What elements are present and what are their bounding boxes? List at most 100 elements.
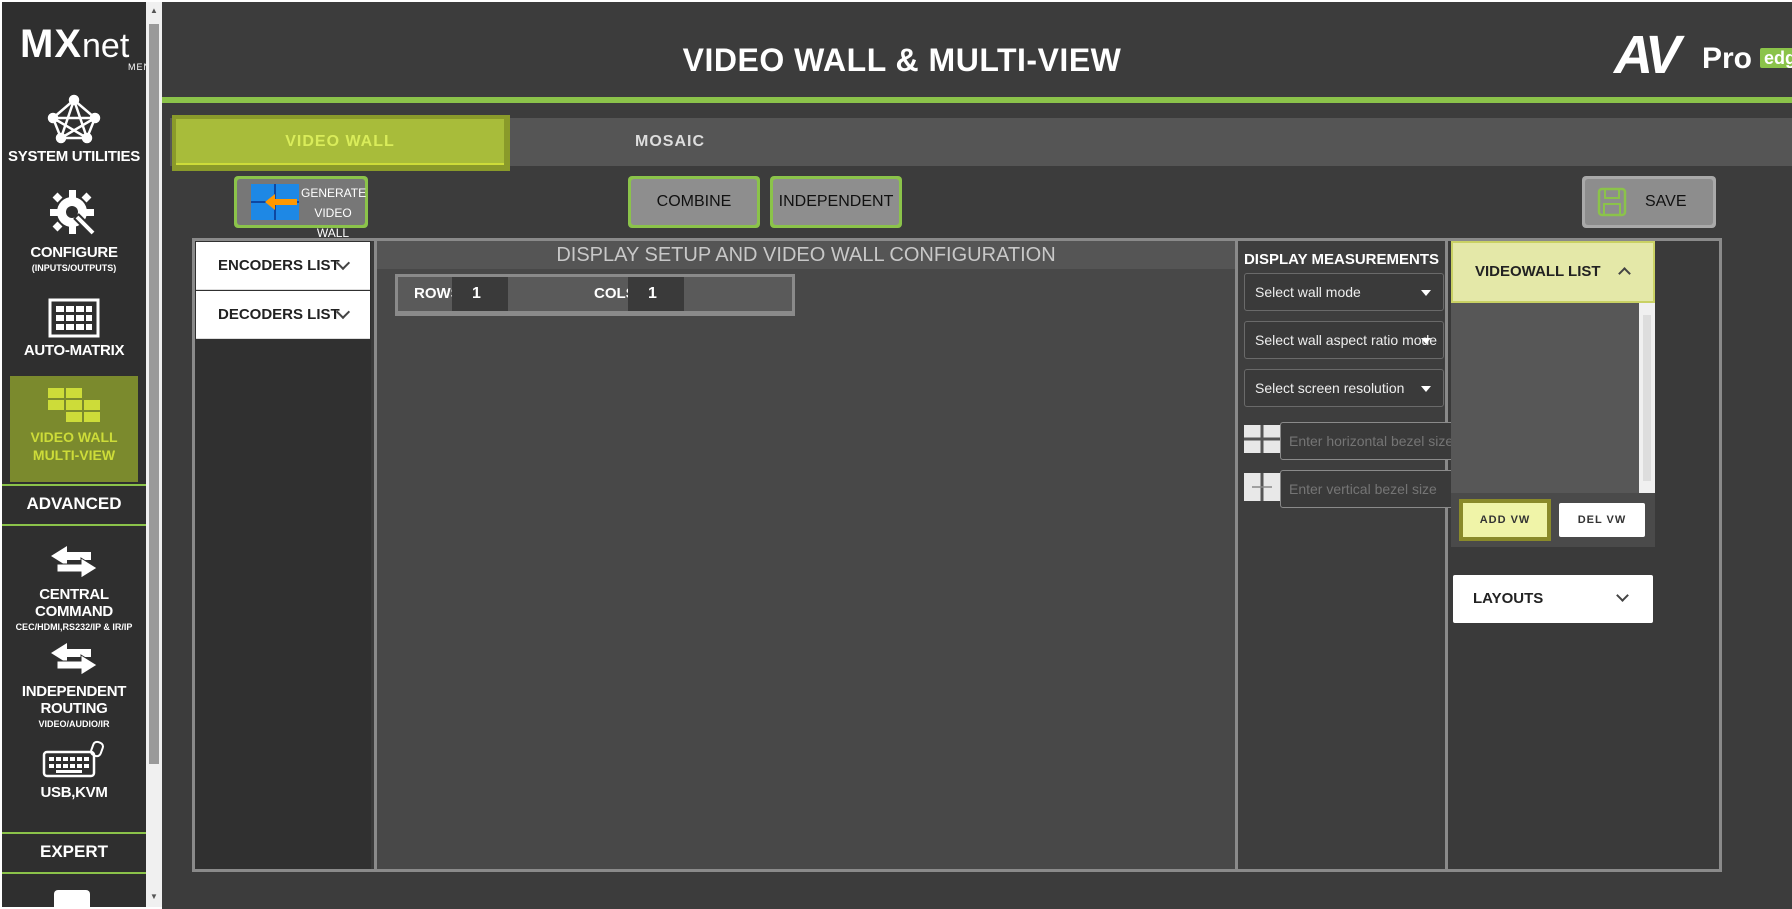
accordion-label: DECODERS LIST (218, 306, 340, 323)
sidebar-item-label: VIDEO WALL (30, 429, 118, 445)
sidebar-item-sub: (INPUTS/OUTPUTS) (31, 263, 117, 273)
matrix-grid-icon (48, 298, 100, 338)
sidebar-item-system-utilities[interactable]: SYSTEM UTILITIES (2, 94, 146, 165)
videowall-list-scrollbar[interactable] (1639, 303, 1655, 493)
sidebar-item-configure[interactable]: CONFIGURE (INPUTS/OUTPUTS) (2, 188, 146, 273)
header-divider (162, 97, 1792, 103)
sidebar-nav: MXnet MENTOR SYSTEM UTILITIES (2, 2, 146, 907)
section-advanced[interactable]: ADVANCED (2, 494, 146, 514)
sidebar-item-label-2: MULTI-VIEW (32, 447, 116, 463)
videowall-list-accordion[interactable]: VIDEOWALL LIST (1451, 241, 1655, 303)
sidebar-item-label: AUTO-MATRIX (23, 342, 125, 359)
main-content: VIDEO WALL & MULTI-VIEW AV Pro edge VIDE… (162, 2, 1792, 909)
select-value: Select wall mode (1255, 284, 1361, 300)
network-globe-icon (47, 94, 101, 144)
horizontal-bezel-input[interactable] (1280, 422, 1470, 460)
display-measurements-panel: DISPLAY MEASUREMENTS Select wall mode Se… (1238, 241, 1470, 869)
divider (2, 524, 146, 526)
generate-label: GENERATE VIDEO WALL (301, 183, 367, 243)
tab-video-wall-inner: VIDEO WALL (176, 119, 504, 165)
accordion-label: VIDEOWALL LIST (1475, 263, 1601, 280)
sidebar-item-independent-routing[interactable]: INDEPENDENT ROUTING VIDEO/AUDIO/IR (2, 639, 146, 729)
page-title: VIDEO WALL & MULTI-VIEW (682, 42, 1122, 78)
encoders-list-accordion[interactable]: ENCODERS LIST (196, 242, 370, 290)
combine-label: COMBINE (631, 179, 757, 225)
cols-input[interactable]: 1 (628, 277, 684, 311)
sidebar-item-auto-matrix[interactable]: AUTO-MATRIX (2, 298, 146, 359)
logo-net: net (82, 27, 130, 65)
sidebar-item-sub: VIDEO/AUDIO/IR (38, 719, 110, 729)
combine-button[interactable]: COMBINE (628, 176, 760, 228)
keyboard-mouse-icon (42, 740, 104, 778)
chevron-up-icon (1618, 267, 1631, 280)
tab-mosaic[interactable]: MOSAIC (510, 118, 830, 166)
videowall-list-panel: VIDEOWALL LIST ADD VW DEL VW LAYOUTS (1451, 241, 1719, 869)
sidebar-item-label: INDEPENDENT ROUTING (21, 683, 127, 717)
layouts-accordion[interactable]: LAYOUTS (1453, 575, 1653, 623)
del-vw-button[interactable]: DEL VW (1559, 503, 1645, 537)
add-vw-button[interactable]: ADD VW (1459, 499, 1551, 541)
brand-edge: edge (1760, 48, 1792, 68)
divider (2, 872, 146, 874)
save-button-face: SAVE (1585, 179, 1713, 225)
generate-label-line2: VIDEO WALL (314, 206, 352, 240)
videowall-actions: ADD VW DEL VW (1451, 493, 1655, 547)
save-button[interactable]: SAVE (1582, 176, 1716, 228)
bidirectional-arrow-icon (51, 546, 98, 579)
divider (2, 484, 146, 486)
divider (2, 832, 146, 834)
wall-mode-select[interactable]: Select wall mode (1244, 273, 1444, 311)
select-value: Select screen resolution (1255, 380, 1405, 396)
sidebar-item-label: SYSTEM UTILITIES (8, 148, 140, 165)
select-value: Select wall aspect ratio mode (1255, 332, 1438, 348)
brand-pro: Pro (1702, 42, 1753, 75)
vertical-bezel-icon (1244, 473, 1280, 501)
generate-button-face: GENERATE VIDEO WALL (237, 179, 366, 240)
floppy-disk-icon (1597, 187, 1627, 217)
sidebar-scrollbar[interactable]: ▲ ▼ (146, 2, 162, 907)
logo-mx: MX (20, 22, 82, 66)
caret-down-icon (1421, 290, 1431, 296)
sidebar-item-video-wall[interactable]: VIDEO WALL MULTI-VIEW (10, 376, 138, 482)
videowall-list-box[interactable] (1451, 303, 1639, 493)
logo-mentor: MENTOR (128, 62, 146, 72)
accordion-label: ENCODERS LIST (218, 257, 340, 274)
sidebar: MXnet MENTOR SYSTEM UTILITIES (0, 0, 162, 909)
tab-label: VIDEO WALL (285, 133, 395, 150)
independent-label: INDEPENDENT (773, 179, 899, 225)
rows-input[interactable]: 1 (452, 277, 508, 311)
tab-video-wall[interactable]: VIDEO WALL (172, 115, 510, 171)
independent-button[interactable]: INDEPENDENT (770, 176, 902, 228)
chevron-down-icon (1616, 589, 1629, 602)
section-expert[interactable]: EXPERT (2, 842, 146, 862)
screen-resolution-select[interactable]: Select screen resolution (1244, 369, 1444, 407)
generate-label-line1: GENERATE (301, 186, 367, 200)
caret-down-icon (1421, 386, 1431, 392)
add-vw-label: ADD VW (1463, 503, 1547, 537)
scroll-up-icon[interactable]: ▲ (149, 6, 159, 16)
rows-cols-inner: ROWS 1 COLS 1 (398, 277, 792, 311)
sidebar-item-usb-kvm[interactable]: USB,KVM (2, 740, 146, 801)
generate-video-wall-button[interactable]: GENERATE VIDEO WALL (234, 176, 368, 240)
rows-cols-bar: ROWS 1 COLS 1 (395, 274, 795, 316)
gear-wrench-icon (50, 190, 97, 237)
caret-down-icon (1421, 338, 1431, 344)
display-measurements-title: DISPLAY MEASUREMENTS (1243, 251, 1440, 268)
sidebar-item-sub: CEC/HDMI,RS232/IP & IR/IP (15, 622, 133, 632)
sidebar-item-central-command[interactable]: CENTRAL COMMAND CEC/HDMI,RS232/IP & IR/I… (2, 542, 146, 632)
decoders-list-accordion[interactable]: DECODERS LIST (196, 291, 370, 339)
aspect-ratio-select[interactable]: Select wall aspect ratio mode (1244, 321, 1444, 359)
bidirectional-arrow-icon (51, 643, 98, 676)
accordion-label: LAYOUTS (1473, 590, 1544, 607)
scrollbar-thumb[interactable] (1643, 315, 1651, 481)
horizontal-bezel-icon (1244, 425, 1280, 453)
document-icon (54, 890, 90, 907)
sidebar-item-label: USB,KVM (40, 784, 108, 801)
display-setup-panel: DISPLAY SETUP AND VIDEO WALL CONFIGURATI… (374, 241, 1238, 869)
scroll-down-icon[interactable]: ▼ (149, 892, 159, 902)
brand-av: AV (1614, 25, 1681, 85)
save-label: SAVE (1645, 193, 1687, 210)
video-wall-icon (48, 388, 100, 422)
scrollbar-thumb[interactable] (149, 24, 159, 764)
vertical-bezel-input[interactable] (1280, 470, 1470, 508)
